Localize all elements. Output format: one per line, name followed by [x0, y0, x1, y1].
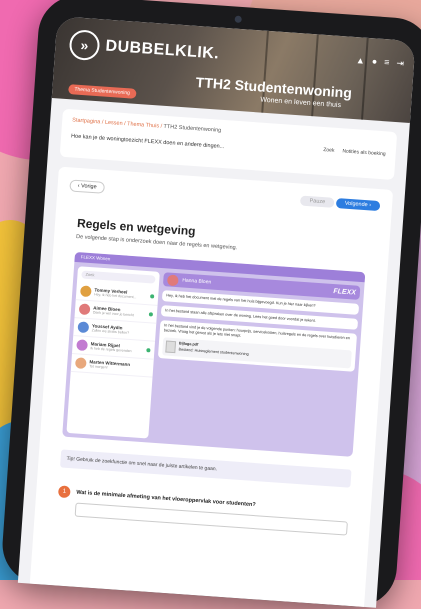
- pause-button[interactable]: Pauze: [300, 195, 335, 208]
- avatar: [74, 357, 87, 369]
- next-button[interactable]: Volgende ›: [335, 198, 381, 212]
- camera-dot: [233, 15, 242, 23]
- user-icon[interactable]: ●: [371, 56, 378, 67]
- lesson-actions: Zoek Notities als boeking: [323, 147, 386, 157]
- window-frame: [361, 37, 369, 120]
- bell-icon[interactable]: ▲: [356, 55, 366, 67]
- avatar: [78, 303, 91, 316]
- breadcrumb: Startpagina / Lessen / Thema Thuis / TTH…: [72, 117, 222, 134]
- file-icon: [165, 340, 177, 353]
- logo-arrows-icon: »: [68, 29, 101, 62]
- avatar: [166, 273, 179, 286]
- breadcrumb-item[interactable]: Lessen: [105, 120, 123, 127]
- avatar: [77, 321, 90, 334]
- online-dot: [148, 311, 154, 317]
- brand-logo[interactable]: » DUBBELKLIK.: [68, 29, 221, 69]
- avatar: [79, 285, 92, 298]
- online-dot: [146, 347, 151, 352]
- theme-badge: Thema Studentenwoning: [68, 84, 137, 99]
- question-number: 1: [57, 485, 71, 499]
- contact-list: Zoek Tommy Verheel Hey, ik heb het docume…: [66, 266, 160, 439]
- chat-message: In het bestand vind je de volgende punte…: [157, 320, 358, 372]
- breadcrumb-current: TTH2 Studentenwoning: [163, 123, 222, 134]
- contact-search[interactable]: Zoek: [81, 270, 156, 284]
- prev-button[interactable]: ‹ Vorige: [69, 179, 106, 194]
- next-label: Volgende: [344, 200, 368, 209]
- lesson-question: Hoe kan je de woningtoezicht FLEXX doen …: [70, 133, 225, 151]
- prev-label: Vorige: [80, 183, 97, 191]
- logout-icon[interactable]: ⇥: [396, 58, 404, 69]
- brand-name: DUBBELKLIK.: [104, 37, 220, 63]
- online-dot: [150, 293, 155, 299]
- header-icons: ▲ ● ≡ ⇥: [356, 55, 405, 69]
- flexx-brand: FLEXX: [333, 287, 357, 297]
- tip-box: Tip! Gebruik de zoekfunctie om snel naar…: [60, 449, 352, 488]
- tablet-device: » DUBBELKLIK. ▲ ● ≡ ⇥ TTH2 Studentenwoni…: [0, 0, 421, 609]
- tablet-screen: » DUBBELKLIK. ▲ ● ≡ ⇥ TTH2 Studentenwoni…: [17, 16, 416, 608]
- breadcrumb-item[interactable]: Startpagina: [72, 117, 100, 125]
- avatar: [76, 339, 88, 352]
- notes-action[interactable]: Notities als boeking: [342, 148, 386, 157]
- content-panel: ‹ Vorige Pauze Volgende › Regels en wetg…: [29, 166, 394, 607]
- chat-name: Hanna Bloen: [182, 277, 212, 286]
- section-subtitle: De volgende stap is onderzoek doen naar …: [75, 233, 238, 252]
- chat-app-screenshot: FLEXX Wonen Zoek Tommy Verheel Hey, ik he…: [62, 251, 366, 457]
- menu-icon[interactable]: ≡: [384, 57, 390, 68]
- chat-pane: Hanna Bloen FLEXX Hey, ik heb het docume…: [152, 272, 361, 452]
- breadcrumb-item[interactable]: Thema Thuis: [127, 121, 159, 129]
- search-action[interactable]: Zoek: [323, 147, 335, 154]
